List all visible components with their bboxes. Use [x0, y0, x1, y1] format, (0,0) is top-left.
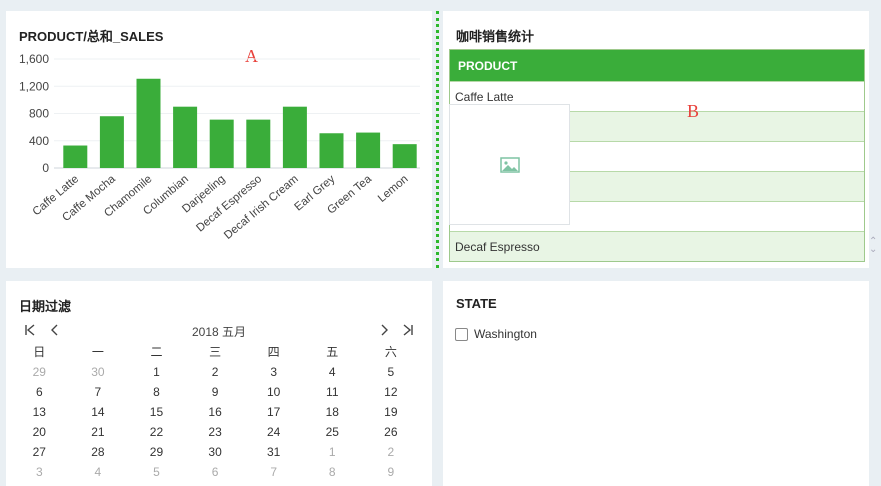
calendar-day[interactable]: 3: [10, 462, 69, 482]
x-tick-label: Decaf Espresso: [194, 173, 264, 234]
calendar-day[interactable]: 11: [303, 382, 362, 402]
bar[interactable]: [392, 144, 417, 168]
panel-divider[interactable]: [436, 11, 439, 268]
state-filter-panel: STATE Washington: [443, 281, 869, 486]
calendar-day[interactable]: 18: [303, 402, 362, 422]
weekday-label: 三: [209, 345, 222, 359]
scroll-arrows-icon[interactable]: ⌃ ⌄: [869, 237, 877, 255]
calendar-day[interactable]: 26: [362, 422, 421, 442]
calendar-day[interactable]: 12: [362, 382, 421, 402]
last-month-button[interactable]: [402, 323, 414, 339]
weekday-label: 四: [267, 345, 280, 359]
state-option-washington[interactable]: Washington: [455, 327, 537, 341]
y-tick-label: 400: [29, 134, 49, 148]
calendar-day[interactable]: 13: [10, 402, 69, 422]
table-panel: 咖啡销售统计 PRODUCT Caffe Latte Decaf Espress…: [443, 11, 877, 268]
calendar-day[interactable]: 3: [244, 362, 303, 382]
bar[interactable]: [99, 116, 124, 168]
weekday-label: 日: [33, 345, 46, 359]
bar[interactable]: [173, 106, 198, 168]
skip-forward-icon: [403, 324, 413, 336]
calendar-day[interactable]: 19: [362, 402, 421, 422]
calendar-week-row: 6 7 8 9 10 11 12: [10, 382, 420, 402]
calendar-week-row: 13 14 15 16 17 18 19: [10, 402, 420, 422]
calendar-grid: 日 一 二 三 四 五 六 29 30 1 2 3 4 5 6 7 8 9 10…: [10, 342, 420, 482]
y-tick-label: 1,600: [19, 52, 49, 66]
weekday-label: 二: [150, 345, 163, 359]
calendar-weekday-row: 日 一 二 三 四 五 六: [10, 342, 420, 362]
bar-chart: 04008001,2001,600Caffe LatteCaffe MochaC…: [19, 52, 420, 242]
y-tick-label: 0: [42, 161, 49, 175]
image-icon: [500, 157, 520, 173]
state-filter-title: STATE: [456, 296, 497, 311]
calendar-day[interactable]: 14: [69, 402, 128, 422]
calendar-day[interactable]: 17: [244, 402, 303, 422]
calendar-day[interactable]: 23: [186, 422, 245, 442]
calendar-day[interactable]: 1: [303, 442, 362, 462]
weekday-label: 六: [384, 345, 397, 359]
bar[interactable]: [63, 145, 88, 168]
bar[interactable]: [136, 78, 161, 168]
calendar-day[interactable]: 27: [10, 442, 69, 462]
x-tick-label: Lemon: [376, 173, 411, 205]
date-filter-panel: 日期过滤 2018 五月 日 一 二 三 四 五 六 29 30 1 2 3 4…: [6, 281, 432, 486]
calendar-day[interactable]: 22: [127, 422, 186, 442]
bar[interactable]: [246, 119, 271, 168]
calendar-day[interactable]: 5: [127, 462, 186, 482]
next-month-button[interactable]: [379, 323, 389, 339]
weekday-label: 五: [326, 345, 339, 359]
calendar-day[interactable]: 7: [244, 462, 303, 482]
calendar-day[interactable]: 30: [69, 362, 128, 382]
calendar-day[interactable]: 29: [127, 442, 186, 462]
calendar-day[interactable]: 15: [127, 402, 186, 422]
calendar-week-row: 3 4 5 6 7 8 9: [10, 462, 420, 482]
date-filter-title: 日期过滤: [19, 299, 72, 314]
calendar-day[interactable]: 2: [362, 442, 421, 462]
calendar-day[interactable]: 9: [362, 462, 421, 482]
y-tick-label: 1,200: [19, 79, 49, 93]
bar[interactable]: [209, 119, 234, 168]
calendar-month-label[interactable]: 2018 五月: [6, 323, 432, 340]
calendar-day[interactable]: 7: [69, 382, 128, 402]
calendar-day[interactable]: 20: [10, 422, 69, 442]
bar[interactable]: [319, 133, 344, 168]
calendar-day[interactable]: 29: [10, 362, 69, 382]
calendar-week-row: 20 21 22 23 24 25 26: [10, 422, 420, 442]
calendar-day[interactable]: 28: [69, 442, 128, 462]
calendar-week-row: 29 30 1 2 3 4 5: [10, 362, 420, 382]
calendar-week-row: 27 28 29 30 31 1 2: [10, 442, 420, 462]
bar[interactable]: [356, 132, 381, 168]
calendar-day[interactable]: 8: [127, 382, 186, 402]
weekday-label: 一: [91, 345, 104, 359]
annotation-marker-b: B: [687, 101, 700, 121]
calendar-day[interactable]: 9: [186, 382, 245, 402]
calendar-day[interactable]: 31: [244, 442, 303, 462]
calendar-day[interactable]: 1: [127, 362, 186, 382]
calendar-day[interactable]: 6: [186, 462, 245, 482]
chart-panel: PRODUCT/总和_SALES A 0 400 800 1,200 1,600 Caff…: [6, 11, 432, 268]
calendar-day[interactable]: 25: [303, 422, 362, 442]
calendar-day[interactable]: 4: [303, 362, 362, 382]
calendar-day[interactable]: 21: [69, 422, 128, 442]
table-row[interactable]: Decaf Espresso: [450, 231, 864, 261]
bar[interactable]: [282, 106, 307, 168]
state-option-label: Washington: [474, 327, 537, 341]
calendar-day[interactable]: 30: [186, 442, 245, 462]
table-header-product[interactable]: PRODUCT: [450, 50, 864, 81]
checkbox-icon[interactable]: [455, 327, 468, 341]
calendar-day[interactable]: 10: [244, 382, 303, 402]
image-placeholder: [449, 104, 570, 225]
chevron-right-icon: [381, 324, 388, 336]
calendar-day[interactable]: 24: [244, 422, 303, 442]
table-title: 咖啡销售统计: [456, 29, 535, 44]
calendar-day[interactable]: 2: [186, 362, 245, 382]
calendar-day[interactable]: 6: [10, 382, 69, 402]
calendar-day[interactable]: 5: [362, 362, 421, 382]
calendar-day[interactable]: 16: [186, 402, 245, 422]
y-tick-label: 800: [29, 107, 49, 121]
calendar-day[interactable]: 4: [69, 462, 128, 482]
calendar-day[interactable]: 8: [303, 462, 362, 482]
